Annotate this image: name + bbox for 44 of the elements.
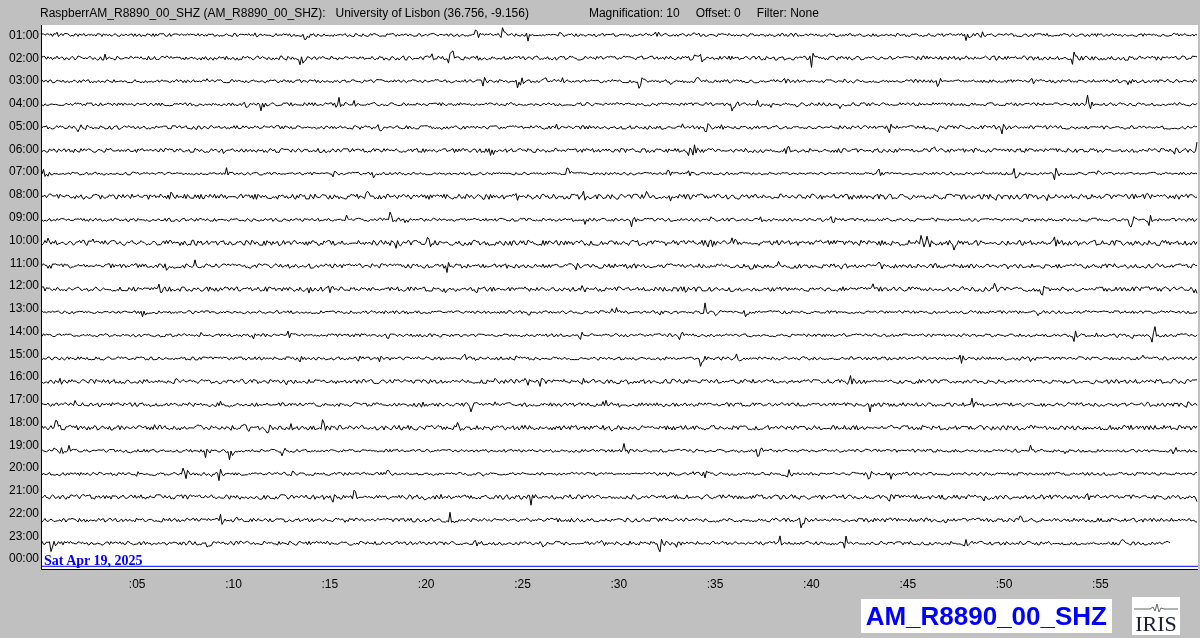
hour-label: 11:00 [9, 254, 39, 272]
minute-tick-label: :50 [995, 576, 1013, 593]
hour-label: 20:00 [8, 459, 39, 477]
location-text: University of Lisbon (36.756, -9.156) [335, 4, 529, 22]
hour-label: 18:00 [8, 413, 39, 431]
minute-tick-label: :20 [417, 576, 435, 593]
hour-label: 04:00 [8, 95, 39, 113]
hour-label: 02:00 [8, 49, 39, 67]
minute-tick-label: :45 [899, 576, 917, 593]
minute-tick-label: :55 [1092, 576, 1109, 593]
minute-tick-label: :35 [706, 576, 724, 593]
hour-label: 08:00 [8, 186, 39, 204]
offset-text: Offset: 0 [695, 4, 741, 22]
hour-label: 22:00 [8, 504, 39, 522]
hour-label: 03:00 [8, 72, 39, 90]
hour-label: 09:00 [8, 209, 39, 226]
hour-label: 17:00 [8, 391, 39, 409]
magnification-text: Magnification: 10 [588, 4, 680, 22]
hour-label: 23:00 [8, 527, 39, 545]
logo-text: IRIS [1135, 613, 1177, 635]
hour-label: 01:00 [8, 26, 39, 44]
channel-label: AM_R8890_00_SHZ [860, 599, 1112, 633]
hour-label: 00:00 [8, 550, 39, 568]
minute-tick-label: :40 [803, 576, 820, 593]
hour-label: 06:00 [8, 140, 39, 158]
minute-tick-label: :15 [321, 576, 339, 593]
station-name: RaspberrAM_R8890_00_SHZ (AM_R8890_00_SHZ): [40, 4, 326, 22]
hour-label: 07:00 [8, 163, 39, 181]
filter-text: Filter: None [756, 4, 819, 22]
hour-label: 16:00 [8, 368, 39, 386]
hour-label: 14:00 [8, 322, 39, 340]
date-label: Sat Apr 19, 2025 [44, 554, 143, 568]
minute-tick-label: :05 [128, 576, 146, 593]
minute-tick-label: :25 [514, 576, 531, 593]
minute-tick-label: :30 [610, 576, 628, 593]
waveform-icon [1134, 603, 1178, 613]
minute-tick-label: :10 [225, 576, 242, 593]
hour-label: 05:00 [8, 117, 39, 135]
hour-label: 19:00 [8, 436, 39, 454]
hour-label: 10:00 [8, 231, 39, 249]
hour-label: 15:00 [8, 345, 39, 363]
hour-label: 13:00 [8, 300, 39, 318]
hour-label: 12:00 [8, 277, 39, 295]
hour-label: 21:00 [8, 482, 39, 500]
